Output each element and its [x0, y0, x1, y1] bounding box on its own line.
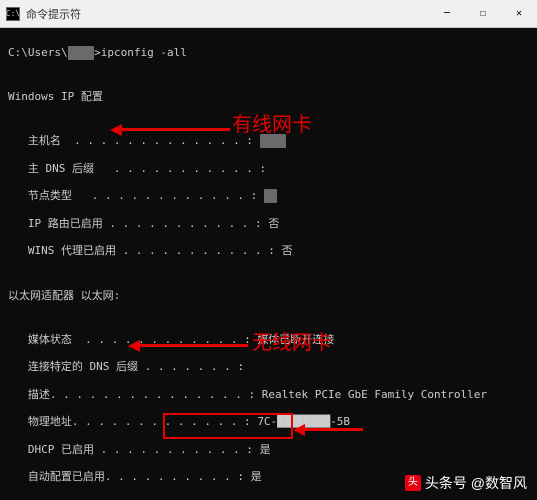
- heading-winip: Windows IP 配置: [8, 90, 529, 104]
- annotation-wireless: 无线网卡: [252, 331, 332, 356]
- terminal-output: C:\Users\████>ipconfig -all Windows IP 配…: [0, 28, 537, 500]
- maximize-button[interactable]: ☐: [465, 0, 501, 28]
- ip-highlight-box: [163, 413, 293, 439]
- watermark: 头 头条号 @数智风: [405, 475, 527, 493]
- window-title: 命令提示符: [26, 6, 81, 22]
- prompt-cmd: >ipconfig -all: [94, 46, 187, 60]
- prompt-user: ████: [68, 46, 95, 60]
- close-button[interactable]: ✕: [501, 0, 537, 28]
- minimize-button[interactable]: ─: [429, 0, 465, 28]
- prompt-path: C:\Users\: [8, 46, 68, 60]
- window-titlebar: C:\ 命令提示符 ─ ☐ ✕: [0, 0, 537, 28]
- cmd-icon: C:\: [6, 7, 20, 21]
- annotation-wired: 有线网卡: [232, 113, 312, 138]
- watermark-icon: 头: [405, 475, 421, 491]
- heading-eth: 以太网适配器 以太网:: [8, 289, 529, 303]
